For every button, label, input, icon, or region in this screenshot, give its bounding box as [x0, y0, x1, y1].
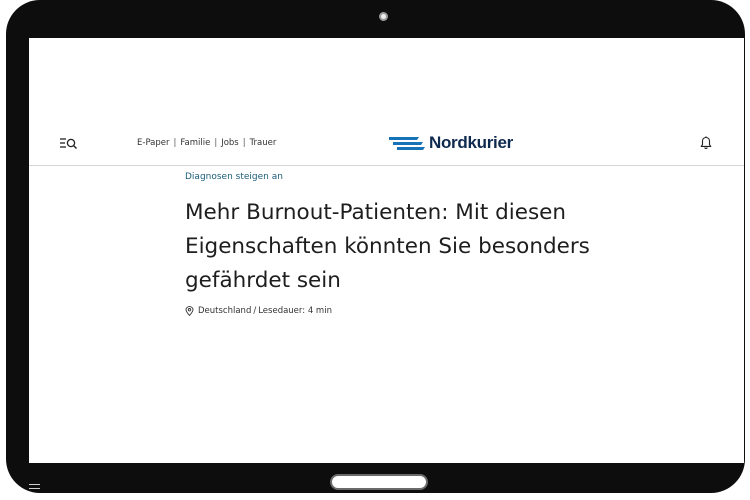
camera-icon	[379, 12, 388, 21]
site-logo[interactable]: Nordkurier	[389, 133, 513, 153]
logo-mark-icon	[389, 137, 425, 150]
article-meta: Deutschland / Lesedauer: 4 min	[185, 306, 332, 316]
browser-viewport: E-Paper | Familie | Jobs | Trauer Nordkurier D…	[29, 38, 744, 463]
location-pin-icon	[185, 306, 194, 316]
nav-link-familie[interactable]: Familie	[180, 138, 210, 148]
nav-separator: |	[214, 138, 218, 148]
logo-wordmark: Nordkurier	[429, 133, 513, 152]
nav-link-jobs[interactable]: Jobs	[221, 138, 239, 148]
menu-search-icon[interactable]	[59, 137, 79, 151]
reading-time: Lesedauer: 4 min	[258, 306, 332, 316]
tablet-frame: E-Paper | Familie | Jobs | Trauer Nordkurier D…	[6, 0, 745, 493]
home-button[interactable]	[330, 474, 428, 490]
bell-icon[interactable]	[699, 136, 713, 150]
nav-separator: |	[242, 138, 246, 148]
menu-lines-icon	[29, 484, 40, 492]
top-navigation: E-Paper | Familie | Jobs | Trauer	[137, 138, 276, 148]
article-headline: Mehr Burnout-Patienten: Mit diesen Eigen…	[185, 200, 590, 293]
site-header: E-Paper | Familie | Jobs | Trauer Nordkurier	[29, 132, 744, 166]
article-location: Deutschland	[198, 306, 252, 316]
nav-link-trauer[interactable]: Trauer	[250, 138, 277, 148]
article-kicker: Diagnosen steigen an	[185, 172, 283, 182]
nav-link-epaper[interactable]: E-Paper	[137, 138, 170, 148]
meta-separator: /	[253, 306, 257, 316]
nav-separator: |	[173, 138, 177, 148]
